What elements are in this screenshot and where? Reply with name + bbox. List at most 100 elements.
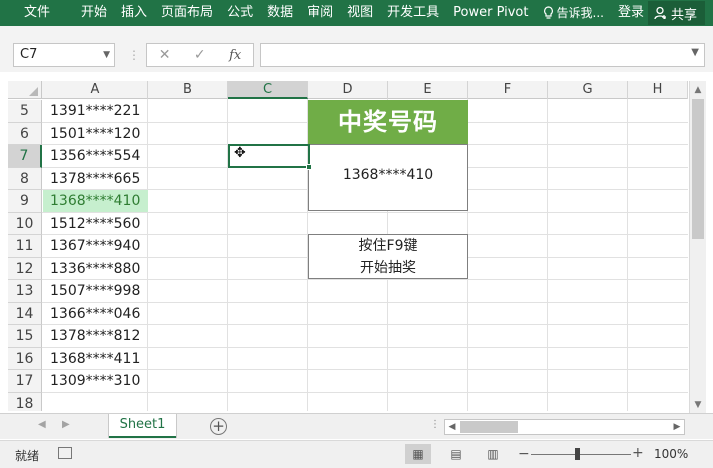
status-bar: 就绪 ▦ ▤ ▥ − + 100% (0, 440, 713, 468)
scroll-right-icon[interactable]: ▶ (670, 420, 684, 434)
zoom-out-button[interactable]: − (518, 446, 530, 462)
scroll-up-icon[interactable]: ▲ (690, 82, 706, 98)
name-box[interactable]: C7 ▼ (13, 43, 115, 67)
check-icon[interactable]: ✓ (194, 47, 206, 63)
worksheet-grid[interactable]: ABCDEFGH 5 1391****221 6 1501****120 7 1356**… (8, 81, 688, 411)
tab-developer[interactable]: 开发工具 (380, 0, 446, 26)
row-header-16[interactable]: 16 (8, 347, 42, 370)
instruction-line-1: 按住F9键 (358, 238, 418, 254)
macro-record-icon[interactable] (58, 447, 72, 459)
instruction-box: 按住F9键 开始抽奖 (308, 234, 468, 279)
formula-bar: C7 ▼ ⋮ ✕ ✓ fx ▼ (0, 38, 713, 72)
row-header-10[interactable]: 10 (8, 212, 42, 235)
cell-a15[interactable]: 1378****812 (43, 325, 148, 347)
page-break-view-icon[interactable]: ▥ (480, 444, 506, 464)
select-all-button[interactable] (8, 81, 42, 99)
column-header-a[interactable]: A (43, 81, 148, 99)
tell-me-box[interactable]: 告诉我... (536, 0, 611, 26)
column-header-e[interactable]: E (388, 81, 468, 99)
horizontal-scrollbar[interactable]: ◀ ▶ (444, 419, 685, 435)
cell-a18[interactable] (43, 393, 148, 412)
column-header-bar: ABCDEFGH (8, 81, 688, 99)
row-header-9[interactable]: 9 (8, 190, 42, 213)
next-sheet-icon[interactable]: ▶ (62, 419, 70, 430)
formula-buttons: ✕ ✓ fx (146, 43, 254, 67)
cell-a5[interactable]: 1391****221 (43, 100, 148, 122)
column-header-b[interactable]: B (148, 81, 228, 99)
column-header-h[interactable]: H (628, 81, 688, 99)
cell-a11[interactable]: 1367****940 (43, 235, 148, 257)
prize-number-box: 1368****410 (308, 144, 468, 211)
tab-power-pivot[interactable]: Power Pivot (446, 0, 535, 26)
fill-handle[interactable] (306, 164, 312, 170)
login-link[interactable]: 登录 (611, 0, 651, 26)
tab-review[interactable]: 审阅 (300, 0, 340, 26)
move-cursor-icon: ✥ (234, 145, 246, 161)
tab-data[interactable]: 数据 (260, 0, 300, 26)
cancel-icon[interactable]: ✕ (159, 47, 171, 63)
normal-view-icon[interactable]: ▦ (405, 444, 431, 464)
row-header-11[interactable]: 11 (8, 235, 42, 258)
tab-file[interactable]: 文件 (0, 0, 62, 26)
separator-dots: ⋮ (128, 48, 140, 62)
insert-function-icon[interactable]: fx (229, 48, 241, 63)
expand-formula-icon[interactable]: ▼ (691, 47, 699, 58)
cell-a12[interactable]: 1336****880 (43, 258, 148, 280)
row-header-7[interactable]: 7 (8, 145, 42, 168)
column-header-d[interactable]: D (308, 81, 388, 99)
status-ready: 就绪 (15, 449, 40, 463)
tab-view[interactable]: 视图 (340, 0, 380, 26)
cell-a17[interactable]: 1309****310 (43, 370, 148, 392)
chevron-down-icon[interactable]: ▼ (103, 44, 110, 66)
zoom-slider-thumb[interactable] (575, 448, 580, 460)
zoom-slider-track[interactable] (531, 454, 631, 455)
row-header-12[interactable]: 12 (8, 257, 42, 280)
lightbulb-icon (543, 6, 553, 19)
zoom-in-button[interactable]: + (632, 445, 644, 461)
name-box-value: C7 (20, 47, 38, 62)
column-header-g[interactable]: G (548, 81, 628, 99)
splitter-dots[interactable]: ⋮ (430, 419, 440, 430)
cell-a7[interactable]: 1356****554 (43, 145, 148, 167)
tab-formulas[interactable]: 公式 (220, 0, 260, 26)
cell-a13[interactable]: 1507****998 (43, 280, 148, 302)
row-header-14[interactable]: 14 (8, 302, 42, 325)
cell-a10[interactable]: 1512****560 (43, 213, 148, 235)
formula-input[interactable]: ▼ (260, 43, 705, 67)
share-button[interactable]: 共享 (647, 1, 705, 25)
prize-number: 1368****410 (342, 167, 434, 183)
zoom-level[interactable]: 100% (654, 447, 688, 461)
vertical-scroll-thumb[interactable] (692, 99, 704, 239)
gridline-vertical (627, 99, 628, 411)
column-header-f[interactable]: F (468, 81, 548, 99)
row-header-15[interactable]: 15 (8, 325, 42, 348)
row-header-17[interactable]: 17 (8, 370, 42, 393)
cell-a8[interactable]: 1378****665 (43, 168, 148, 190)
cell-a6[interactable]: 1501****120 (43, 123, 148, 145)
instruction-line-2: 开始抽奖 (360, 260, 416, 276)
prize-title: 中奖号码 (308, 100, 468, 144)
page-layout-view-icon[interactable]: ▤ (443, 444, 469, 464)
row-header-6[interactable]: 6 (8, 122, 42, 145)
column-header-c[interactable]: C (228, 81, 308, 99)
sheet-tab-sheet1[interactable]: Sheet1 (109, 414, 176, 438)
add-sheet-button[interactable]: + (210, 418, 227, 435)
tab-page-layout[interactable]: 页面布局 (154, 0, 220, 26)
row-header-18[interactable]: 18 (8, 392, 42, 411)
row-header-13[interactable]: 13 (8, 280, 42, 303)
horizontal-scroll-thumb[interactable] (460, 421, 518, 433)
cell-a14[interactable]: 1366****046 (43, 303, 148, 325)
ribbon-tabs: 文件 开始 插入 页面布局 公式 数据 审阅 视图 开发工具 Power Piv… (0, 0, 713, 26)
select-all-triangle-icon (29, 87, 38, 96)
tab-home[interactable]: 开始 (74, 0, 114, 26)
cell-a9[interactable]: 1368****410 (43, 190, 148, 212)
scroll-left-icon[interactable]: ◀ (445, 420, 459, 434)
vertical-scrollbar[interactable]: ▲ ▼ (689, 81, 706, 414)
gridline-vertical (547, 99, 548, 411)
tab-insert[interactable]: 插入 (114, 0, 154, 26)
cell-a16[interactable]: 1368****411 (43, 348, 148, 370)
prev-sheet-icon[interactable]: ◀ (38, 419, 46, 430)
scroll-down-icon[interactable]: ▼ (690, 397, 706, 413)
row-header-5[interactable]: 5 (8, 100, 42, 123)
row-header-8[interactable]: 8 (8, 167, 42, 190)
